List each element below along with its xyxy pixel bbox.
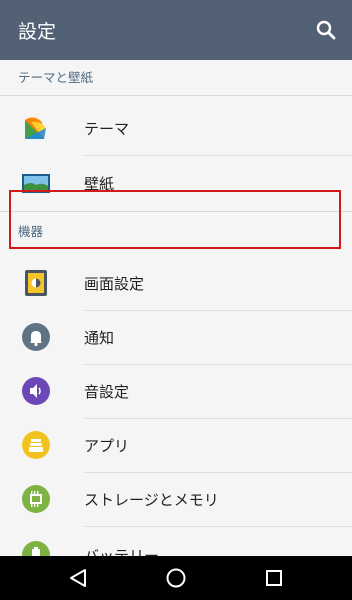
settings-item-label: 音設定 bbox=[84, 383, 130, 401]
settings-item-sound[interactable]: 音設定 bbox=[0, 364, 352, 418]
back-icon[interactable] bbox=[66, 566, 90, 590]
item-divider bbox=[84, 526, 352, 527]
recents-icon[interactable] bbox=[262, 566, 286, 590]
settings-item-label: 画面設定 bbox=[84, 275, 145, 293]
settings-item-notification[interactable]: 通知 bbox=[0, 310, 352, 364]
settings-item-theme[interactable]: テーマ bbox=[0, 101, 352, 155]
home-icon[interactable] bbox=[164, 566, 188, 590]
search-icon[interactable] bbox=[310, 14, 342, 46]
settings-item-battery[interactable]: バッテリー bbox=[0, 528, 352, 556]
speaker-icon bbox=[22, 377, 50, 405]
settings-item-label: テーマ bbox=[84, 120, 130, 138]
selection-highlight bbox=[9, 190, 341, 249]
settings-item-display[interactable]: 画面設定 bbox=[0, 256, 352, 310]
theme-icon bbox=[22, 114, 50, 142]
settings-item-label: ストレージとメモリ bbox=[84, 491, 219, 509]
apps-icon bbox=[22, 431, 50, 459]
bell-icon bbox=[22, 323, 50, 351]
section-header-theme: テーマと壁紙 bbox=[18, 70, 94, 85]
page-title: 設定 bbox=[18, 21, 57, 43]
settings-item-label: 通知 bbox=[84, 329, 115, 347]
section-divider bbox=[0, 95, 352, 96]
navigation-bar bbox=[0, 556, 352, 600]
settings-item-label: バッテリー bbox=[84, 547, 160, 556]
app-bar: 設定 bbox=[0, 0, 352, 60]
settings-item-label: アプリ bbox=[84, 437, 130, 455]
settings-item-storage[interactable]: ストレージとメモリ bbox=[0, 472, 352, 526]
display-icon bbox=[22, 269, 50, 297]
storage-icon bbox=[22, 485, 50, 513]
settings-item-apps[interactable]: アプリ bbox=[0, 418, 352, 472]
settings-list[interactable]: テーマと壁紙 テーマ 壁紙 機器 画面設定 通知 音設定 アプリ ストレージとメ… bbox=[0, 60, 352, 556]
battery-icon bbox=[22, 541, 50, 556]
